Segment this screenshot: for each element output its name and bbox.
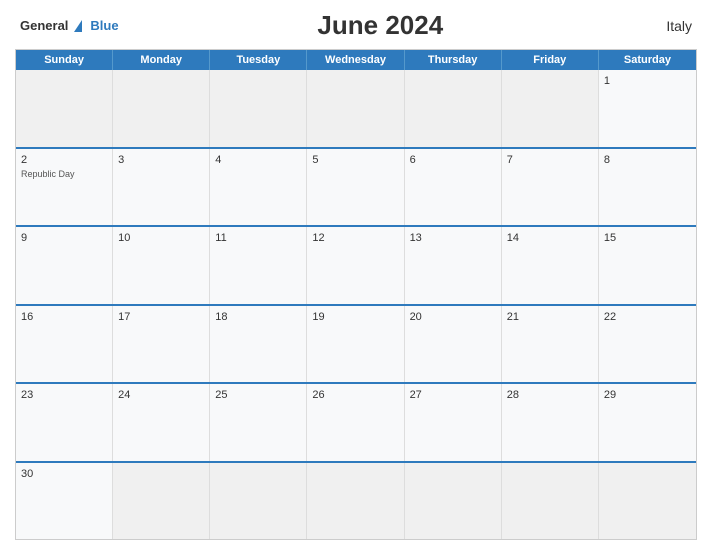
day-cell: 10	[113, 227, 210, 304]
day-cell: 7	[502, 149, 599, 226]
day-cell: 2Republic Day	[16, 149, 113, 226]
day-header-wednesday: Wednesday	[307, 50, 404, 70]
week-row-3: 9 10 11 12 13 14 15	[16, 225, 696, 304]
day-number: 21	[507, 310, 593, 325]
day-cell: 16	[16, 306, 113, 383]
day-cell: 11	[210, 227, 307, 304]
day-number: 4	[215, 153, 301, 168]
day-cell: 28	[502, 384, 599, 461]
day-number: 25	[215, 388, 301, 403]
day-number: 29	[604, 388, 691, 403]
day-cell: 18	[210, 306, 307, 383]
day-number: 11	[215, 231, 301, 246]
weeks-container: 12Republic Day34567891011121314151617181…	[16, 70, 696, 539]
day-number: 3	[118, 153, 204, 168]
day-cell: 26	[307, 384, 404, 461]
day-cell: 13	[405, 227, 502, 304]
day-cell	[502, 463, 599, 540]
day-number: 16	[21, 310, 107, 325]
day-header-tuesday: Tuesday	[210, 50, 307, 70]
day-cell	[405, 463, 502, 540]
day-cell	[307, 463, 404, 540]
day-number: 5	[312, 153, 398, 168]
day-header-thursday: Thursday	[405, 50, 502, 70]
day-cell	[502, 70, 599, 147]
day-cell: 3	[113, 149, 210, 226]
day-number: 9	[21, 231, 107, 246]
day-cell: 12	[307, 227, 404, 304]
day-header-friday: Friday	[502, 50, 599, 70]
day-number: 20	[410, 310, 496, 325]
day-cell: 9	[16, 227, 113, 304]
day-cell	[16, 70, 113, 147]
week-row-1: 1	[16, 70, 696, 147]
day-number: 23	[21, 388, 107, 403]
day-cell: 29	[599, 384, 696, 461]
day-cell	[307, 70, 404, 147]
week-row-6: 30	[16, 461, 696, 540]
logo-blue: Blue	[90, 18, 118, 33]
day-cell	[405, 70, 502, 147]
day-number: 14	[507, 231, 593, 246]
day-cell	[113, 70, 210, 147]
day-number: 8	[604, 153, 691, 168]
day-cell: 8	[599, 149, 696, 226]
day-number: 17	[118, 310, 204, 325]
day-number: 10	[118, 231, 204, 246]
day-cell	[210, 70, 307, 147]
day-cell: 14	[502, 227, 599, 304]
day-header-saturday: Saturday	[599, 50, 696, 70]
day-cell: 24	[113, 384, 210, 461]
holiday-label: Republic Day	[21, 169, 107, 179]
day-headers-row: SundayMondayTuesdayWednesdayThursdayFrid…	[16, 50, 696, 70]
day-cell: 4	[210, 149, 307, 226]
week-row-5: 23 24 25 26 27 28 29	[16, 382, 696, 461]
day-cell: 6	[405, 149, 502, 226]
day-number: 27	[410, 388, 496, 403]
month-title: June 2024	[119, 10, 642, 41]
day-cell: 27	[405, 384, 502, 461]
day-cell: 25	[210, 384, 307, 461]
day-number: 26	[312, 388, 398, 403]
country-label: Italy	[642, 18, 692, 34]
day-header-sunday: Sunday	[16, 50, 113, 70]
day-cell	[113, 463, 210, 540]
calendar-page: General Blue June 2024 Italy SundayMonda…	[0, 0, 712, 550]
day-number: 15	[604, 231, 691, 246]
day-cell: 21	[502, 306, 599, 383]
day-header-monday: Monday	[113, 50, 210, 70]
page-header: General Blue June 2024 Italy	[15, 10, 697, 41]
day-number: 13	[410, 231, 496, 246]
day-number: 7	[507, 153, 593, 168]
day-cell: 1	[599, 70, 696, 147]
week-row-4: 16 17 18 19 20 21 22	[16, 304, 696, 383]
day-number: 28	[507, 388, 593, 403]
day-number: 19	[312, 310, 398, 325]
day-cell: 23	[16, 384, 113, 461]
day-number: 6	[410, 153, 496, 168]
day-cell	[210, 463, 307, 540]
day-number: 30	[21, 467, 107, 482]
logo-general: General	[20, 18, 68, 33]
day-cell: 22	[599, 306, 696, 383]
day-cell: 19	[307, 306, 404, 383]
logo: General Blue	[20, 17, 119, 35]
day-number: 24	[118, 388, 204, 403]
day-cell	[599, 463, 696, 540]
day-cell: 30	[16, 463, 113, 540]
day-cell: 17	[113, 306, 210, 383]
calendar-grid: SundayMondayTuesdayWednesdayThursdayFrid…	[15, 49, 697, 540]
week-row-2: 2Republic Day 345678	[16, 147, 696, 226]
logo-triangle-icon	[74, 20, 82, 32]
day-number: 18	[215, 310, 301, 325]
day-cell: 20	[405, 306, 502, 383]
day-number: 1	[604, 74, 691, 89]
day-cell: 15	[599, 227, 696, 304]
day-number: 2	[21, 153, 107, 168]
day-number: 22	[604, 310, 691, 325]
day-number: 12	[312, 231, 398, 246]
day-cell: 5	[307, 149, 404, 226]
